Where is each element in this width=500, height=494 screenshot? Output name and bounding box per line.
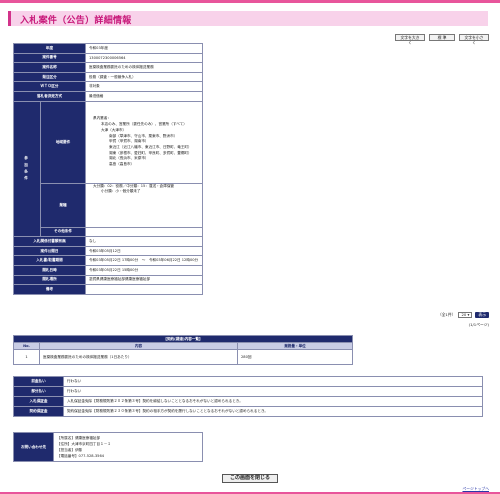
label-doc-fee: 入札関係付書類有無 — [13, 236, 86, 247]
row-doc-fee: 入札関係付書類有無 なし — [13, 236, 203, 247]
font-standard-button[interactable]: 標 準 — [429, 34, 455, 41]
page-title: 入札案件（公告）詳細情報 — [20, 16, 132, 26]
row-contract-bond: 契約保証金 契約保証金免除【財務規則第２３０条第３号】契約の相手方が契約を履行し… — [13, 406, 483, 417]
value-order-category: 役務（調査・一般競争入札） — [85, 71, 203, 83]
row-region: 参加条件 地域要件 県内業者： 本店のみ、営業所（委任先のみ）、営業所（すべて）… — [13, 100, 203, 238]
label-submit-period: 入札書/取書期間 — [13, 255, 86, 266]
header-no: No. — [13, 342, 40, 350]
value-bid-bond: 入札保証金免除【財務規則第２０２条第３号】契約を締結しないこととなるおそれがない… — [63, 396, 483, 407]
industry-line: 小分類：小・個分類未了 — [101, 189, 141, 194]
table-row: 1 医薬検査業務委託のための検体搬送業務（1日あたり） 280回 — [13, 349, 353, 365]
value-contact: 【所属名】健康医療福祉部 【住所】大津市京町四丁目１－１ 【担当者】伊藤 【電話… — [53, 432, 203, 462]
item-content: 医薬検査業務委託のための検体搬送業務（1日あたり） — [39, 349, 238, 365]
view-button[interactable]: 表示 — [475, 312, 489, 318]
items-caption: 【契約(調達)内容一覧】 — [13, 335, 353, 343]
items-table: 【契約(調達)内容一覧】 No. 内容 業務量・単位 1 医薬検査業務委託のため… — [13, 335, 353, 365]
page-count: (1/1ページ) — [468, 322, 489, 327]
per-page-value: 20 — [461, 312, 467, 317]
row-other-conditions: その他条件 — [14, 226, 203, 238]
row-submit-period: 入札書/取書期間 令和03年05月22日 17時00分 〜 令和03年06月22… — [13, 255, 203, 266]
label-contact: お問い合わせ先 — [13, 432, 54, 462]
label-wto: ＷＴＯ区分 — [13, 81, 86, 92]
value-doc-fee: なし — [85, 236, 203, 247]
label-remarks: 備考 — [13, 284, 86, 295]
label-case-name: 案件名称 — [13, 62, 86, 73]
row-method: 落札者決定方式 最低価格 — [13, 90, 203, 102]
label-open-date: 開札日時 — [13, 264, 86, 276]
total-count: （全1件） — [437, 312, 456, 317]
font-smaller-button[interactable]: 文字を小さく — [459, 34, 489, 45]
row-industry: 業種 大分類：02：役務／中分類：15：運送・倉庫保管 小分類：小・個分類未了 — [14, 182, 203, 228]
label-prepay: 前金払い — [13, 376, 64, 387]
value-wto: 非対象 — [85, 81, 203, 92]
header-qty: 業務量・単位 — [237, 342, 353, 350]
label-case-number: 案件番号 — [13, 52, 86, 64]
value-prepay: 行わない — [63, 376, 483, 387]
row-prepay: 前金払い 行わない — [13, 376, 483, 387]
value-place: 滋賀県健康医療福祉部健康医療福祉部 — [85, 274, 203, 286]
value-open-date: 令和03年05月22日 15時00分 — [85, 264, 203, 276]
label-fiscal-year: 年度 — [13, 43, 86, 54]
value-fiscal-year: 令和03年度 — [85, 43, 203, 54]
label-announce-date: 案件公開日 — [13, 245, 86, 257]
fees-table: 前金払い 行わない 部分払い 行わない 入札保証金 入札保証金免除【財務規則第２… — [13, 376, 483, 417]
per-page-select[interactable]: 20 ▾ — [458, 312, 473, 318]
close-window-button[interactable]: この画面を閉じる — [222, 474, 278, 483]
row-order-category: 発注区分 役務（調査・一般競争入札） — [13, 71, 203, 83]
value-case-number: 1300072300006564 — [85, 52, 203, 64]
label-contract-bond: 契約保証金 — [13, 406, 64, 417]
page-title-bar: 入札案件（公告）詳細情報 — [8, 11, 488, 26]
row-case-number: 案件番号 1300072300006564 — [13, 52, 203, 64]
row-fiscal-year: 年度 令和03年度 — [13, 43, 203, 54]
item-no: 1 — [13, 349, 40, 365]
region-line: 高島（高島市） — [109, 162, 135, 167]
top-accent-bar — [0, 0, 500, 3]
label-industry: 業種 — [40, 182, 86, 228]
value-partial: 行わない — [63, 386, 483, 397]
label-region: 地域要件 — [40, 100, 86, 184]
font-size-controls: 文字を大きく 標 準 文字を小さく — [395, 34, 489, 45]
value-contract-bond: 契約保証金免除【財務規則第２３０条第３号】契約の相手方が契約を履行しないこととな… — [63, 406, 483, 417]
header-content: 内容 — [39, 342, 238, 350]
region-line: 本店のみ、営業所（委任先のみ）、営業所（すべて） — [101, 122, 187, 127]
row-place: 開札場所 滋賀県健康医療福祉部健康医療福祉部 — [13, 274, 203, 286]
label-place: 開札場所 — [13, 274, 86, 286]
font-larger-button[interactable]: 文字を大きく — [395, 34, 425, 45]
value-submit-period: 令和03年05月22日 17時00分 〜 令和03年06月22日 12時00分 — [85, 255, 203, 266]
row-case-name: 案件名称 医薬検査業務委託のための検体搬送業務 — [13, 62, 203, 73]
row-remarks: 備考 — [13, 284, 203, 295]
row-wto: ＷＴＯ区分 非対象 — [13, 81, 203, 92]
row-announce-date: 案件公開日 令和03年05月12日 — [13, 245, 203, 257]
label-method: 落札者決定方式 — [13, 90, 86, 102]
value-region: 県内業者： 本店のみ、営業所（委任先のみ）、営業所（すべて） 大津（大津市） 南… — [85, 100, 203, 184]
row-open-date: 開札日時 令和03年05月22日 15時00分 — [13, 264, 203, 276]
label-bid-bond: 入札保証金 — [13, 396, 64, 407]
row-partial: 部分払い 行わない — [13, 386, 483, 397]
item-qty: 280回 — [237, 349, 353, 365]
contact-table: お問い合わせ先 【所属名】健康医療福祉部 【住所】大津市京町四丁目１－１ 【担当… — [13, 432, 203, 462]
value-remarks — [85, 284, 203, 295]
label-order-category: 発注区分 — [13, 71, 86, 83]
value-announce-date: 令和03年05月12日 — [85, 245, 203, 257]
pager: （全1件） 20 ▾ 表示 — [438, 312, 489, 318]
contact-line: 【電話番号】077-528-3564 — [57, 454, 105, 458]
label-other-conditions: その他条件 — [40, 226, 86, 238]
detail-table: 年度 令和03年度 案件番号 1300072300006564 案件名称 医薬検… — [13, 43, 203, 295]
label-partial: 部分払い — [13, 386, 64, 397]
value-industry: 大分類：02：役務／中分類：15：運送・倉庫保管 小分類：小・個分類未了 — [85, 182, 203, 228]
value-case-name: 医薬検査業務委託のための検体搬送業務 — [85, 62, 203, 73]
row-bid-bond: 入札保証金 入札保証金免除【財務規則第２０２条第３号】契約を締結しないこととなる… — [13, 396, 483, 407]
label-qualification: 参加条件 — [13, 100, 41, 238]
value-other-conditions — [85, 226, 203, 238]
value-method: 最低価格 — [85, 90, 203, 102]
